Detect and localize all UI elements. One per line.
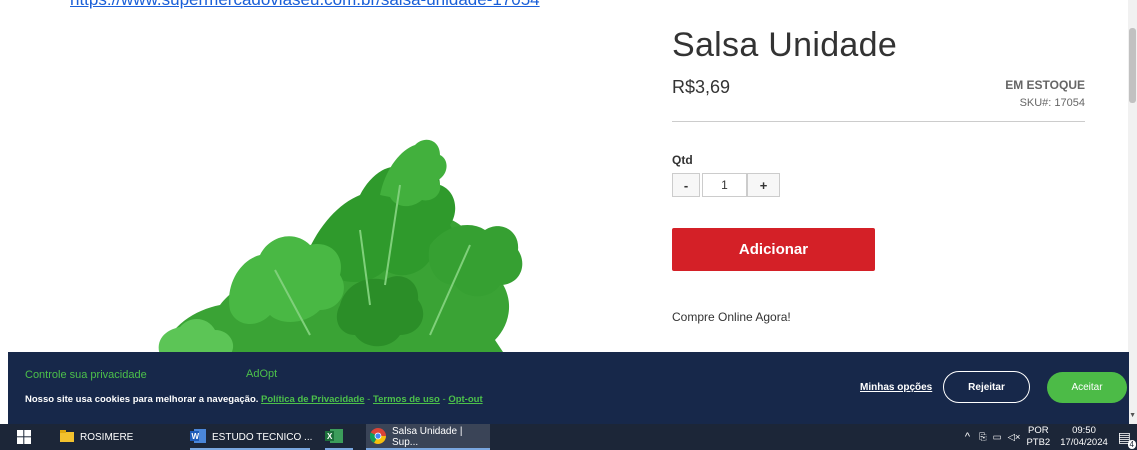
reject-cookies-button[interactable]: Rejeitar <box>943 371 1030 403</box>
qty-increase-button[interactable]: + <box>747 173 780 197</box>
clock-date: 17/04/2024 <box>1060 437 1108 448</box>
qty-label: Qtd <box>672 153 693 167</box>
keyboard-layout: PTB2 <box>1026 437 1051 448</box>
parsley-leaves <box>158 139 523 355</box>
language-code: POR <box>1028 425 1049 436</box>
taskbar-word-item[interactable]: W ESTUDO TECNICO ... <box>190 424 312 450</box>
qty-decrease-button[interactable]: - <box>672 173 700 197</box>
svg-text:X: X <box>327 432 333 441</box>
windows-start-icon[interactable] <box>17 424 31 450</box>
my-options-link[interactable]: Minhas opções <box>860 382 932 393</box>
svg-text:W: W <box>192 432 200 441</box>
clock[interactable]: 09:50 17/04/2024 <box>1060 425 1108 449</box>
language-indicator[interactable]: POR PTB2 <box>1026 425 1050 449</box>
scroll-down-arrow-icon[interactable]: ▼ <box>1129 412 1136 419</box>
scrollbar-thumb[interactable] <box>1129 28 1136 103</box>
taskbar-chrome-item[interactable]: Salsa Unidade | Sup... <box>366 424 490 450</box>
notification-count: 4 <box>1127 439 1136 449</box>
divider <box>672 121 1085 122</box>
volume-muted-icon[interactable]: ◁× <box>1008 432 1021 443</box>
cookie-notice: Nosso site usa cookies para melhorar a n… <box>25 394 483 405</box>
network-icon[interactable]: ▭ <box>993 432 1002 443</box>
windows-taskbar: ROSIMERE W ESTUDO TECNICO ... X Salsa Un… <box>0 424 1137 450</box>
product-url-link[interactable]: https://www.supermercadoviaseu.com.br/sa… <box>70 0 540 10</box>
add-to-cart-button[interactable]: Adicionar <box>672 228 875 271</box>
taskbar-chrome-label: Salsa Unidade | Sup... <box>392 426 463 448</box>
product-price: R$3,69 <box>672 77 731 97</box>
clock-time: 09:50 <box>1072 425 1096 436</box>
opt-out-link[interactable]: Opt-out <box>448 394 482 405</box>
stock-status: EM ESTOQUE <box>1005 78 1085 92</box>
network-drive-icon[interactable]: ⎘ <box>979 432 987 443</box>
notification-center-icon[interactable]: ▤ 4 <box>1118 429 1136 449</box>
buy-online-text: Compre Online Agora! <box>672 310 791 324</box>
taskbar-folder-item[interactable]: ROSIMERE <box>60 424 133 450</box>
accept-cookies-button[interactable]: Aceitar <box>1047 372 1127 403</box>
folder-icon <box>60 429 74 446</box>
terms-link[interactable]: Termos de uso <box>373 394 440 405</box>
product-title: Salsa Unidade <box>672 26 898 64</box>
system-tray: ^ ⎘ ▭ ◁× POR PTB2 09:50 17/04/2024 ▤ 4 <box>965 424 1137 450</box>
product-sku: SKU#: 17054 <box>1019 97 1085 109</box>
word-icon: W <box>190 428 206 446</box>
taskbar-folder-label: ROSIMERE <box>80 431 134 443</box>
taskbar-word-label: ESTUDO TECNICO ... <box>212 431 313 443</box>
link-separator: - <box>364 394 373 405</box>
cookie-banner: Controle sua privacidade AdOpt Nosso sit… <box>8 352 1129 424</box>
cookie-notice-text: Nosso site usa cookies para melhorar a n… <box>25 394 259 405</box>
taskbar-excel-item[interactable]: X <box>325 424 343 450</box>
qty-input[interactable]: 1 <box>702 173 747 197</box>
show-hidden-icons-chevron-icon[interactable]: ^ <box>965 431 970 443</box>
privacy-policy-link[interactable]: Política de Privacidade <box>261 394 365 405</box>
cookie-brand: AdOpt <box>246 368 278 380</box>
cookie-title: Controle sua privacidade <box>25 369 147 381</box>
excel-icon: X <box>325 428 343 446</box>
product-image <box>158 139 523 355</box>
chrome-icon <box>369 427 386 447</box>
